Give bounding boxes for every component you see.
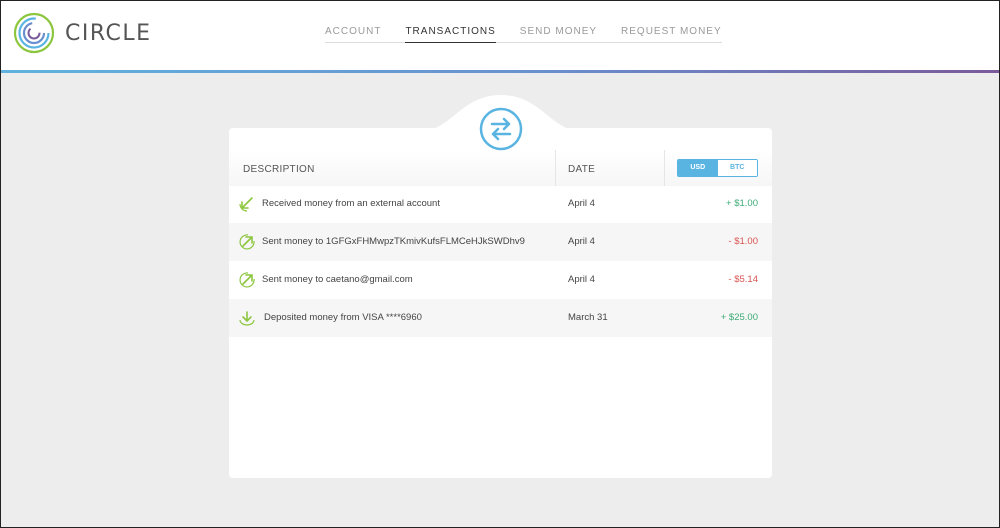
row-date: April 4 [568, 274, 595, 285]
column-date[interactable]: DATE [568, 164, 595, 175]
header-gradient-bar [1, 70, 999, 73]
usd-toggle-button[interactable]: USD [678, 160, 718, 176]
nav-request-money[interactable]: REQUEST MONEY [621, 26, 722, 43]
row-amount: + $25.00 [720, 312, 758, 323]
row-date: April 4 [568, 198, 595, 209]
row-description: Received money from an external account [262, 198, 440, 209]
table-row[interactable]: Deposited money from VISA ****6960 March… [229, 299, 772, 337]
brand-name: CIRCLE [65, 20, 152, 46]
nav-account[interactable]: ACCOUNT [325, 26, 381, 43]
swap-arrows-icon [479, 107, 523, 151]
received-arrow-icon [239, 197, 253, 212]
row-date: March 31 [568, 312, 608, 323]
row-description: Sent money to caetano@gmail.com [262, 274, 413, 285]
sent-arrow-icon [239, 272, 255, 288]
table-row[interactable]: Sent money to 1GFGxFHMwpzTKmivKufsFLMCeH… [229, 223, 772, 261]
sent-arrow-icon [239, 234, 255, 250]
column-divider [555, 150, 556, 186]
row-date: April 4 [568, 236, 595, 247]
logo[interactable]: CIRCLE [13, 12, 152, 54]
deposit-arrow-icon [239, 311, 255, 326]
table-row[interactable]: Received money from an external account … [229, 185, 772, 223]
row-amount: - $5.14 [728, 274, 758, 285]
row-description: Deposited money from VISA ****6960 [264, 312, 422, 323]
app-header: CIRCLE ACCOUNT TRANSACTIONS SEND MONEY R… [1, 1, 999, 70]
row-description: Sent money to 1GFGxFHMwpzTKmivKufsFLMCeH… [262, 236, 525, 247]
transactions-card: DESCRIPTION DATE USD BTC Received money … [229, 128, 772, 478]
row-amount: - $1.00 [728, 236, 758, 247]
nav-send-money[interactable]: SEND MONEY [520, 26, 597, 43]
row-amount: + $1.00 [726, 198, 758, 209]
circle-logo-icon [13, 12, 55, 54]
column-divider [664, 150, 665, 186]
nav-transactions[interactable]: TRANSACTIONS [405, 26, 496, 43]
column-description[interactable]: DESCRIPTION [243, 164, 315, 175]
btc-toggle-button[interactable]: BTC [717, 160, 757, 176]
main-nav: ACCOUNT TRANSACTIONS SEND MONEY REQUEST … [325, 26, 722, 43]
table-header: DESCRIPTION DATE USD BTC [229, 150, 772, 186]
currency-toggle: USD BTC [677, 159, 758, 177]
table-row[interactable]: Sent money to caetano@gmail.com April 4 … [229, 261, 772, 299]
